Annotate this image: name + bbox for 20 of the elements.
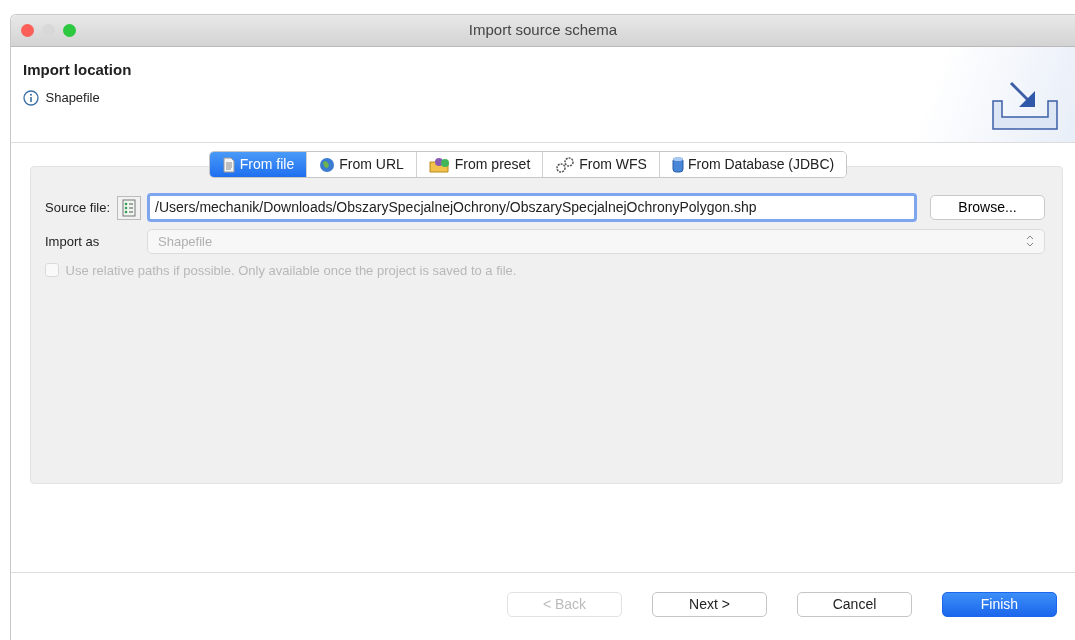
dialog-button[interactable]: Finish [942, 592, 1057, 617]
folder-icon [428, 156, 451, 173]
zoom-button[interactable] [63, 24, 76, 37]
info-icon [23, 89, 39, 106]
field-label: Source file: [45, 198, 111, 217]
field-label: Import as [45, 233, 100, 249]
globe-icon [319, 156, 336, 173]
dialog-button[interactable]: Cancel [797, 592, 912, 617]
dialog-button[interactable]: Next > [652, 592, 767, 617]
page-title: Import location [23, 60, 132, 80]
file-icon [221, 156, 236, 173]
window-title: Import source schema [468, 20, 618, 41]
gears-icon [555, 155, 576, 174]
database-icon [671, 155, 684, 174]
message-text: Shapefile [45, 89, 100, 107]
list-icon[interactable] [116, 195, 141, 220]
tab[interactable]: From file [209, 152, 308, 177]
close-button[interactable] [21, 24, 34, 37]
source-file-field[interactable]: /Users/mechanik/Downloads/ObszarySpecjalnejOchrony/ObszarySpecjalnejOchronyPolygon.shp [147, 193, 917, 222]
browse-button[interactable]: Browse... [930, 195, 1045, 220]
